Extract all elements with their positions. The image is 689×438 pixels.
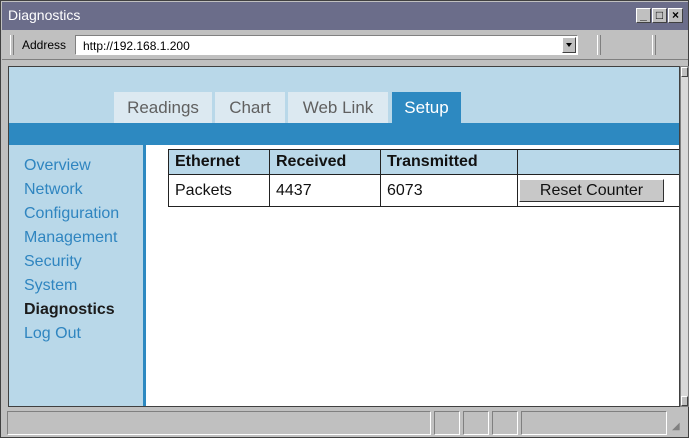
resize-grip-icon[interactable]: ◢	[672, 421, 680, 432]
tab-readings[interactable]: Readings	[114, 92, 212, 123]
row-label-packets: Packets	[168, 174, 270, 207]
status-pane-2	[434, 411, 460, 435]
close-icon[interactable]: ×	[668, 8, 683, 23]
sidebar-item-management[interactable]: Management	[24, 229, 117, 247]
address-label: Address	[22, 38, 67, 52]
sidebar-item-log-out[interactable]: Log Out	[24, 325, 81, 343]
status-pane-5	[521, 411, 667, 435]
status-pane-main	[7, 411, 431, 435]
sidebar-item-system[interactable]: System	[24, 277, 77, 295]
diagnostics-panel: Ethernet Received Transmitted Packets 44…	[146, 145, 679, 406]
column-header-ethernet: Ethernet	[168, 149, 270, 175]
table-header-row: Ethernet Received Transmitted	[168, 149, 679, 175]
title-bar: Diagnostics _ □ ×	[2, 2, 688, 30]
sidebar-item-network[interactable]: Network	[24, 181, 83, 199]
tab-web-link[interactable]: Web Link	[288, 92, 388, 123]
received-count: 4437	[269, 174, 381, 207]
action-cell: Reset Counter	[517, 174, 679, 207]
status-pane-3	[463, 411, 489, 435]
status-pane-4	[492, 411, 518, 435]
sidebar: Overview Network Configuration Managemen…	[9, 145, 146, 406]
dropdown-arrow-icon[interactable]	[562, 37, 576, 53]
sidebar-item-diagnostics[interactable]: Diagnostics	[24, 301, 115, 319]
toolbar-grip-3[interactable]	[652, 35, 656, 55]
tab-underline-bar	[9, 123, 679, 145]
transmitted-count: 6073	[380, 174, 518, 207]
column-header-action	[517, 149, 679, 175]
column-header-received: Received	[269, 149, 381, 175]
column-header-transmitted: Transmitted	[380, 149, 518, 175]
scroll-down-icon[interactable]	[681, 396, 688, 406]
minimize-icon[interactable]: _	[636, 8, 651, 23]
table-row: Packets 4437 6073 Reset Counter	[168, 174, 679, 207]
maximize-icon[interactable]: □	[652, 8, 667, 23]
address-url: http://192.168.1.200	[83, 39, 190, 53]
status-bar: ◢	[2, 409, 688, 437]
vertical-scrollbar[interactable]	[680, 66, 689, 407]
tab-chart[interactable]: Chart	[215, 92, 285, 123]
scroll-up-icon[interactable]	[681, 67, 688, 77]
address-input[interactable]: http://192.168.1.200	[75, 35, 578, 55]
ethernet-counters-table: Ethernet Received Transmitted Packets 44…	[168, 149, 679, 207]
sidebar-item-security[interactable]: Security	[24, 253, 82, 271]
window-title: Diagnostics	[8, 7, 81, 23]
address-bar: Address http://192.168.1.200	[2, 31, 688, 60]
page-content: Readings Chart Web Link Setup Overview N…	[8, 66, 680, 407]
reset-counter-button[interactable]: Reset Counter	[519, 179, 664, 202]
browser-window: Diagnostics _ □ × Address http://192.168…	[0, 0, 689, 438]
toolbar-grip-2[interactable]	[597, 35, 601, 55]
sidebar-item-configuration[interactable]: Configuration	[24, 205, 119, 223]
tab-setup[interactable]: Setup	[392, 92, 461, 125]
toolbar-grip[interactable]	[10, 35, 14, 55]
sidebar-item-overview[interactable]: Overview	[24, 157, 91, 175]
